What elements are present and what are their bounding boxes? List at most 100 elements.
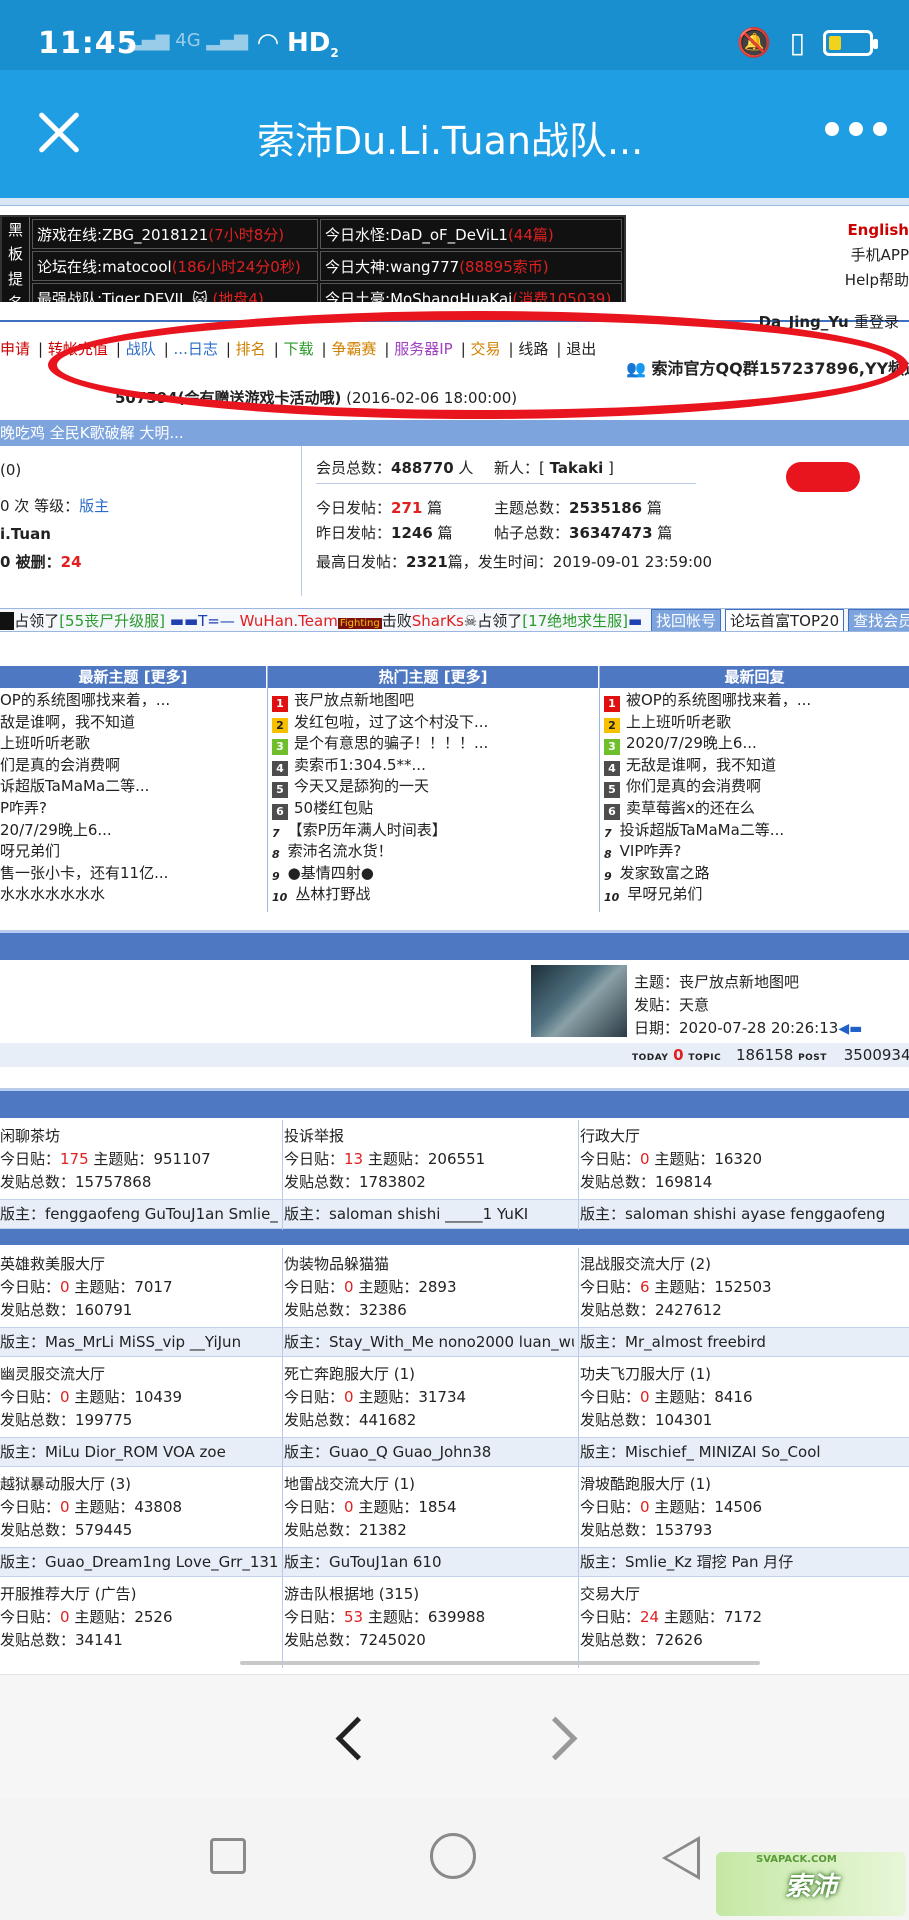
list-item[interactable]: 1 被OP的系统图哪找来着，...: [604, 690, 904, 712]
board-name[interactable]: 混战服交流大厅 (2): [580, 1253, 909, 1276]
nav-apply[interactable]: 申请: [0, 340, 30, 358]
board-name[interactable]: 滑坡酷跑服大厅 (1): [580, 1473, 909, 1496]
topic-title[interactable]: 上上班听听老歌: [626, 713, 731, 731]
list-item[interactable]: 3 2020/7/29晚上6...: [604, 733, 904, 755]
list-item[interactable]: 呀兄弟们: [0, 841, 264, 863]
english-link[interactable]: English: [845, 218, 909, 243]
topic-title[interactable]: 2020/7/29晚上6...: [626, 734, 757, 752]
topic-title[interactable]: 发家致富之路: [620, 864, 710, 882]
today-god-cell[interactable]: 今日大神:wang777(88895索币): [320, 251, 622, 281]
topic-title[interactable]: 丛林打野战: [295, 885, 370, 903]
board-name[interactable]: 行政大厅: [580, 1125, 909, 1148]
board-name[interactable]: 幽灵服交流大厅: [0, 1363, 278, 1386]
forward-button[interactable]: [540, 1717, 580, 1761]
board-name[interactable]: 投诉举报: [284, 1125, 574, 1148]
forum-board[interactable]: 幽灵服交流大厅 今日贴：0 主题贴：10439 发贴总数：199775: [0, 1363, 278, 1432]
topic-title[interactable]: 丧尸放点新地图吧: [294, 691, 414, 709]
topic-title[interactable]: 呀兄弟们: [0, 842, 60, 860]
forum-board[interactable]: 越狱暴动服大厅 (3) 今日贴：0 主题贴：43808 发贴总数：579445: [0, 1473, 278, 1542]
topic-title[interactable]: 早呀兄弟们: [627, 885, 702, 903]
list-item[interactable]: P咋弄?: [0, 798, 264, 820]
board-moderators[interactable]: 版主：Smlie_Kz 瑁挖 Pan 月仔: [580, 1548, 909, 1576]
topic-title[interactable]: 发红包啦，过了这个村没下...: [294, 713, 488, 731]
find-member-button[interactable]: 查找会员: [848, 609, 909, 631]
list-item[interactable]: 4 卖索币1:304.5**...: [272, 755, 596, 777]
board-moderators[interactable]: 版主：GuTouJ1an 610: [284, 1548, 574, 1576]
forum-board[interactable]: 开服推荐大厅 (广告) 今日贴：0 主题贴：2526 发贴总数：34141: [0, 1583, 278, 1652]
list-item[interactable]: 敌是谁啊，我不知道: [0, 712, 264, 734]
list-item[interactable]: 10 早呀兄弟们: [604, 884, 904, 906]
today-water-cell[interactable]: 今日水怪:DaD_oF_DeViL1(44篇): [320, 219, 622, 249]
list-item[interactable]: 们是真的会消费啊: [0, 755, 264, 777]
help-link[interactable]: Help帮助: [845, 268, 909, 293]
topic-title[interactable]: 【索P历年满人时间表】: [288, 821, 447, 839]
list-item[interactable]: 9 发家致富之路: [604, 863, 904, 885]
board-moderators[interactable]: 版主：Mr_almost freebird: [580, 1328, 909, 1356]
forum-board[interactable]: 地雷战交流大厅 (1) 今日贴：0 主题贴：1854 发贴总数：21382: [284, 1473, 574, 1542]
board-name[interactable]: 伪装物品躲猫猫: [284, 1253, 574, 1276]
team-news-marquee[interactable]: ■占领了[55丧尸升级服] ▬▬T=— WuHan.Team Fighting 击败…: [0, 608, 909, 632]
topic-title[interactable]: 水水水水水水水: [0, 885, 105, 903]
board-moderators[interactable]: 版主：Mas_MrLi MiSS_vip __YiJun: [0, 1328, 278, 1356]
forum-board[interactable]: 混战服交流大厅 (2) 今日贴：6 主题贴：152503 发贴总数：2427612: [580, 1253, 909, 1322]
board-name[interactable]: 越狱暴动服大厅 (3): [0, 1473, 278, 1496]
board-name[interactable]: 英雄救美服大厅: [0, 1253, 278, 1276]
board-name[interactable]: 地雷战交流大厅 (1): [284, 1473, 574, 1496]
topic-title[interactable]: P咋弄?: [0, 799, 47, 817]
topic-title[interactable]: 投诉超版TaMaMa二等...: [620, 821, 784, 839]
rich-top20-button[interactable]: 论坛首富TOP20: [725, 609, 845, 631]
horizontal-scrollbar[interactable]: [240, 1661, 760, 1665]
topic-title[interactable]: 们是真的会消费啊: [0, 756, 120, 774]
mobile-app-link[interactable]: 手机APP: [845, 243, 909, 268]
list-item[interactable]: 1 丧尸放点新地图吧: [272, 690, 596, 712]
list-item[interactable]: 5 你们是真的会消费啊: [604, 776, 904, 798]
latest-post-topic[interactable]: 丧尸放点新地图吧: [679, 973, 799, 991]
newbie-link[interactable]: Takaki: [550, 459, 604, 477]
latest-post-author[interactable]: 天意: [679, 996, 709, 1014]
topic-title[interactable]: 今天又是舔狗的一天: [294, 777, 429, 795]
list-item[interactable]: 诉超版TaMaMa二等...: [0, 776, 264, 798]
list-item[interactable]: 7 投诉超版TaMaMa二等...: [604, 820, 904, 842]
post-thumbnail[interactable]: [531, 965, 627, 1037]
topic-title[interactable]: 诉超版TaMaMa二等...: [0, 777, 149, 795]
topic-title[interactable]: 无敌是谁啊，我不知道: [626, 756, 776, 774]
list-item[interactable]: 6 50楼红包贴: [272, 798, 596, 820]
recover-account-button[interactable]: 找回帐号: [651, 609, 722, 631]
topic-title[interactable]: 卖草莓酱x的还在么: [626, 799, 755, 817]
arrow-left-icon[interactable]: ◀▬: [838, 1021, 862, 1037]
board-moderators[interactable]: 版主：MiLu Dior_ROM VOA zoe: [0, 1438, 278, 1466]
board-name[interactable]: 死亡奔跑服大厅 (1): [284, 1363, 574, 1386]
topic-title[interactable]: 卖索币1:304.5**...: [294, 756, 426, 774]
quick-links-bar[interactable]: 晚吃鸡 全民K歌破解 大明...: [0, 420, 909, 446]
relogin-link[interactable]: 重登录: [854, 313, 899, 331]
list-item[interactable]: 7 【索P历年满人时间表】: [272, 820, 596, 842]
board-moderators[interactable]: 版主：Guao_Q Guao_John38: [284, 1438, 574, 1466]
list-item[interactable]: 9 ●基情四射●: [272, 863, 596, 885]
back-button[interactable]: [330, 1717, 370, 1761]
topic-title[interactable]: 你们是真的会消费啊: [626, 777, 761, 795]
board-name[interactable]: 游击队根据地 (315): [284, 1583, 574, 1606]
list-item[interactable]: 2 上上班听听老歌: [604, 712, 904, 734]
forum-board[interactable]: 英雄救美服大厅 今日贴：0 主题贴：7017 发贴总数：160791: [0, 1253, 278, 1322]
board-moderators[interactable]: 版主：saloman shishi _____1 YuKI: [284, 1200, 574, 1228]
list-item[interactable]: 3 是个有意思的骗子！！！！...: [272, 733, 596, 755]
topic-title[interactable]: ●基情四射●: [288, 864, 374, 882]
board-moderators[interactable]: 版主：saloman shishi ayase fenggaofeng: [580, 1200, 909, 1228]
list-item[interactable]: 8 索沛名流水货！: [272, 841, 596, 863]
topic-title[interactable]: 是个有意思的骗子！！！！...: [294, 734, 488, 752]
topic-title[interactable]: 上班听听老歌: [0, 734, 90, 752]
forum-board[interactable]: 伪装物品躲猫猫 今日贴：0 主题贴：2893 发贴总数：32386: [284, 1253, 574, 1322]
topic-title[interactable]: 售一张小卡，还有11亿...: [0, 864, 168, 882]
list-item[interactable]: 2 发红包啦，过了这个村没下...: [272, 712, 596, 734]
user-level[interactable]: 版主: [79, 497, 109, 515]
list-item[interactable]: 上班听听老歌: [0, 733, 264, 755]
forum-board[interactable]: 滑坡酷跑服大厅 (1) 今日贴：0 主题贴：14506 发贴总数：153793: [580, 1473, 909, 1542]
list-item[interactable]: OP的系统图哪找来着，...: [0, 690, 264, 712]
game-online-cell[interactable]: 游戏在线:ZBG_2018121(7小时8分): [32, 219, 318, 249]
board-moderators[interactable]: 版主：fenggaofeng GuTouJ1an Smlie_Kz: [0, 1200, 278, 1228]
list-item[interactable]: 10 丛林打野战: [272, 884, 596, 906]
web-content[interactable]: 黑 板 提 名 游戏在线:ZBG_2018121(7小时8分) 今日水怪:DaD…: [0, 198, 909, 1674]
board-name[interactable]: 功夫飞刀服大厅 (1): [580, 1363, 909, 1386]
topic-title[interactable]: VIP咋弄?: [620, 842, 682, 860]
back-icon[interactable]: [662, 1836, 700, 1880]
